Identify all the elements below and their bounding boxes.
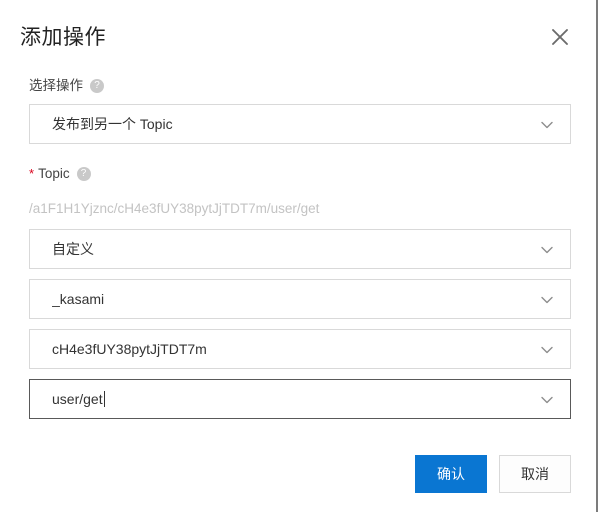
action-select[interactable]: 发布到另一个 Topic [29,104,571,144]
topic-path-select-text: user/get [52,391,103,407]
add-action-dialog: 添加操作 选择操作 ? 发布到另一个 Topic * Topic ? /a1F1… [0,0,596,512]
chevron-down-icon[interactable] [540,293,554,307]
help-icon[interactable]: ? [76,167,91,181]
close-icon[interactable] [545,22,575,52]
topic-mode-select[interactable]: 自定义 [29,229,571,269]
topic-mode-select-value: 自定义 [52,241,94,257]
required-marker: * [29,166,35,181]
chevron-down-icon[interactable] [540,343,554,357]
chevron-down-icon[interactable] [540,393,554,407]
topic-path-preview: /a1F1H1Yjznc/cH4e3fUY38pytJjTDT7m/user/g… [29,201,320,216]
confirm-button[interactable]: 确认 [415,455,487,493]
chevron-down-icon[interactable] [540,243,554,257]
page-title: 添加操作 [20,26,106,49]
action-select-value: 发布到另一个 Topic [52,116,173,132]
topic-instance-select-value: _kasami [52,291,105,307]
topic-id-select-value: cH4e3fUY38pytJjTDT7m [52,341,207,357]
topic-instance-select[interactable]: _kasami [29,279,571,319]
cancel-button[interactable]: 取消 [499,455,571,493]
action-field-label: 选择操作 ? [29,76,104,96]
topic-path-select-value[interactable]: user/get [52,380,105,418]
panel-outer-gap [598,0,603,512]
topic-field-label-text: Topic [38,166,70,181]
topic-path-select[interactable]: user/get [29,379,571,419]
help-icon[interactable]: ? [90,79,104,93]
topic-id-select[interactable]: cH4e3fUY38pytJjTDT7m [29,329,571,369]
action-field-label-text: 选择操作 [29,78,83,93]
chevron-down-icon[interactable] [540,118,554,132]
dialog-header: 添加操作 [0,0,596,68]
topic-field-label: * Topic ? [29,164,91,184]
text-cursor [103,391,105,407]
